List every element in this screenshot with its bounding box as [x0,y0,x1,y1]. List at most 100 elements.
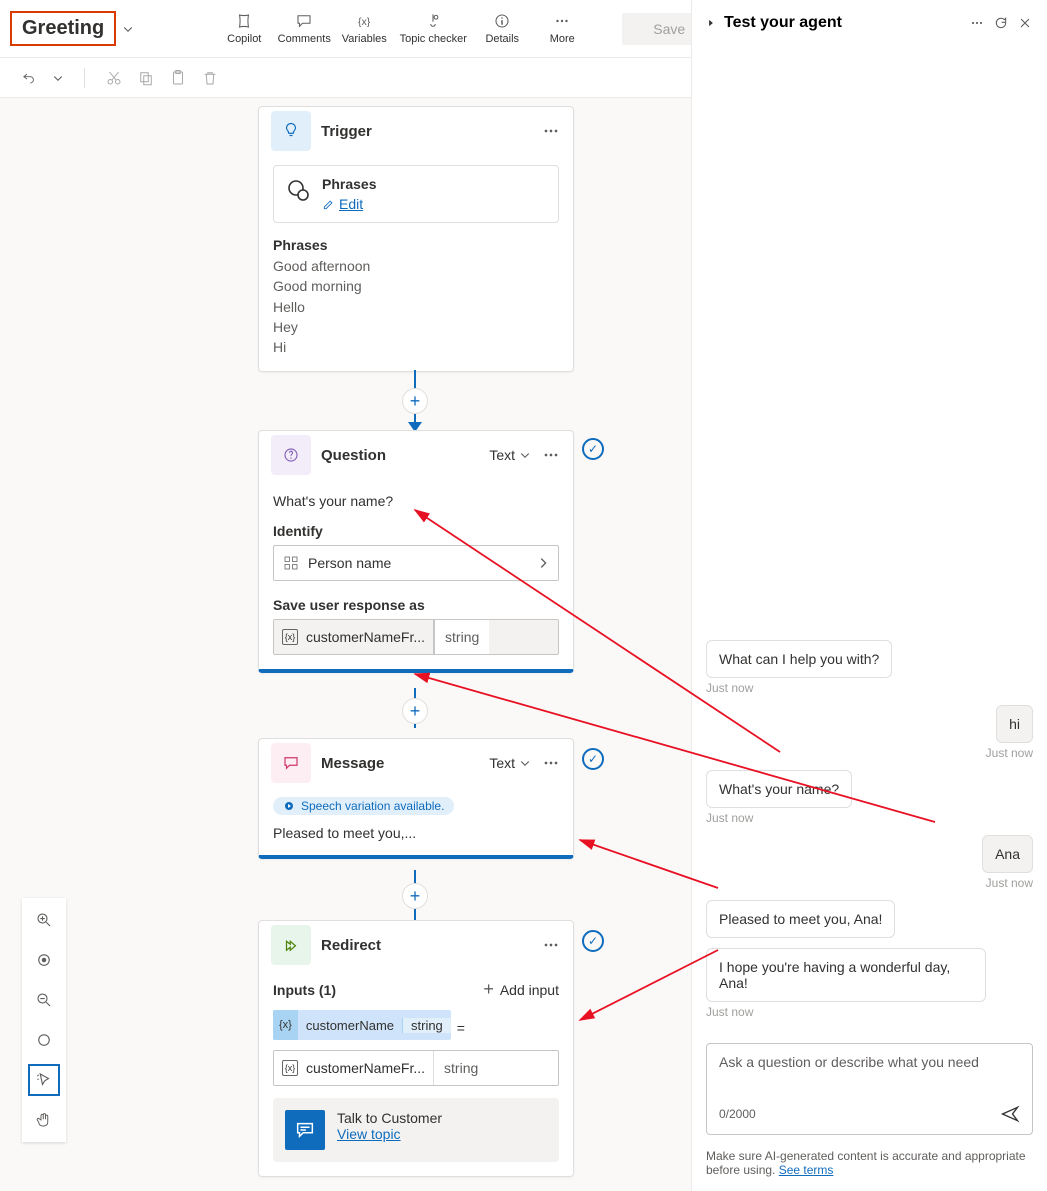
question-node[interactable]: Question Text What's your name? Identify… [258,430,574,673]
chevron-right-icon [542,630,558,644]
chat-log: What can I help you with? Just now hi Ju… [692,42,1047,1029]
timestamp: Just now [706,811,753,825]
speech-icon [283,800,295,812]
canvas[interactable]: Trigger Phrases Edit Phrases Good aftern… [0,98,691,1191]
pan-tool-button[interactable] [28,1104,60,1136]
phrases-card: Phrases Edit [273,165,559,223]
add-node-button[interactable]: + [402,388,428,414]
redirect-icon [271,925,311,965]
add-node-button[interactable]: + [402,698,428,724]
zoom-in-button[interactable] [28,904,60,936]
hand-icon [35,1111,53,1129]
save-response-label: Save user response as [273,597,559,613]
message-text: Pleased to meet you,... [273,825,559,841]
see-terms-link[interactable]: See terms [779,1163,834,1177]
bot-message: I hope you're having a wonderful day, An… [706,948,986,1002]
comment-icon [295,12,313,30]
copilot-button[interactable]: Copilot [214,5,274,53]
chat-input[interactable]: Ask a question or describe what you need… [706,1043,1033,1135]
topic-icon [285,1110,325,1150]
test-panel-title: Test your agent [724,14,961,32]
variables-label: Variables [342,33,387,45]
chevron-down-icon[interactable] [122,23,134,35]
more-icon[interactable] [541,935,561,955]
send-icon[interactable] [1000,1104,1020,1124]
timestamp: Just now [706,1005,753,1019]
target-icon [35,951,53,969]
redirect-target: Talk to Customer [337,1110,442,1126]
variables-button[interactable]: {x} Variables [334,5,394,53]
chat-input-placeholder: Ask a question or describe what you need [719,1054,1020,1094]
question-title: Question [321,447,489,464]
message-node[interactable]: Message Text Speech variation available.… [258,738,574,859]
cursor-icon [35,1071,53,1089]
identify-entity-dropdown[interactable]: Person name [273,545,559,581]
undo-icon[interactable] [20,69,38,87]
timestamp: Just now [706,681,753,695]
selection-tool-button[interactable] [28,1064,60,1096]
test-panel: Test your agent What can I help you with… [691,0,1047,1191]
chevron-right-icon [536,556,550,570]
cut-icon[interactable] [105,69,123,87]
variable-icon: {x} [282,629,298,645]
delete-icon[interactable] [201,69,219,87]
redirect-target-card: Talk to Customer View topic [273,1098,559,1162]
trigger-node[interactable]: Trigger Phrases Edit Phrases Good aftern… [258,106,574,372]
paste-icon[interactable] [169,69,187,87]
speech-variation-chip[interactable]: Speech variation available. [273,797,454,815]
question-prompt: What's your name? [273,489,559,523]
more-icon[interactable] [541,445,561,465]
topic-checker-button[interactable]: Topic checker [394,5,472,53]
node-header: Trigger [259,107,573,155]
refresh-icon[interactable] [993,15,1009,31]
details-button[interactable]: Details [472,5,532,53]
question-icon [271,435,311,475]
char-counter: 0/2000 [719,1107,756,1121]
topic-title[interactable]: Greeting [10,11,116,46]
more-icon[interactable] [541,121,561,141]
details-label: Details [485,33,519,45]
phrases-title: Phrases [322,176,376,192]
output-type-dropdown[interactable]: Text [489,447,531,463]
equals: = [457,1020,465,1036]
edit-icon [322,197,336,211]
topic-checker-icon [424,12,442,30]
chat-icon [286,178,310,202]
zoom-out-button[interactable] [28,984,60,1016]
timestamp: Just now [986,746,1033,760]
more-icon [553,12,571,30]
reset-zoom-button[interactable] [28,1024,60,1056]
add-input-button[interactable]: + Add input [483,979,559,1000]
identify-label: Identify [273,523,559,539]
svg-text:{x}: {x} [358,16,371,28]
more-icon[interactable] [541,753,561,773]
copy-icon[interactable] [137,69,155,87]
expression-picker[interactable]: {x} customerNameFr... string [273,1050,559,1086]
chevron-down-icon[interactable] [52,69,64,87]
comments-button[interactable]: Comments [274,5,334,53]
view-toolbar [22,898,66,1142]
timestamp: Just now [986,876,1033,890]
more-icon[interactable] [969,15,985,31]
copilot-label: Copilot [227,33,261,45]
redirect-title: Redirect [321,937,541,954]
add-node-button[interactable]: + [402,883,428,909]
topic-checker-label: Topic checker [400,33,467,45]
node-header: Message Text [259,739,573,787]
edit-phrases-link[interactable]: Edit [322,196,376,212]
output-type-dropdown[interactable]: Text [489,755,531,771]
variable-picker[interactable]: {x} customerNameFr... string [273,619,559,655]
view-topic-link[interactable]: View topic [337,1126,401,1142]
close-icon[interactable] [1017,15,1033,31]
more-button[interactable]: More [532,5,592,53]
collapse-icon[interactable] [706,18,716,28]
chevron-right-icon [542,1061,558,1075]
bot-message: What can I help you with? [706,640,892,678]
fit-view-button[interactable] [28,944,60,976]
input-variable-chip[interactable]: {x} customerName string [273,1010,451,1040]
user-message: Ana [982,835,1033,873]
redirect-node[interactable]: Redirect Inputs (1) + Add input {x} cust… [258,920,574,1177]
user-message: hi [996,705,1033,743]
message-icon [271,743,311,783]
trigger-title: Trigger [321,123,541,140]
